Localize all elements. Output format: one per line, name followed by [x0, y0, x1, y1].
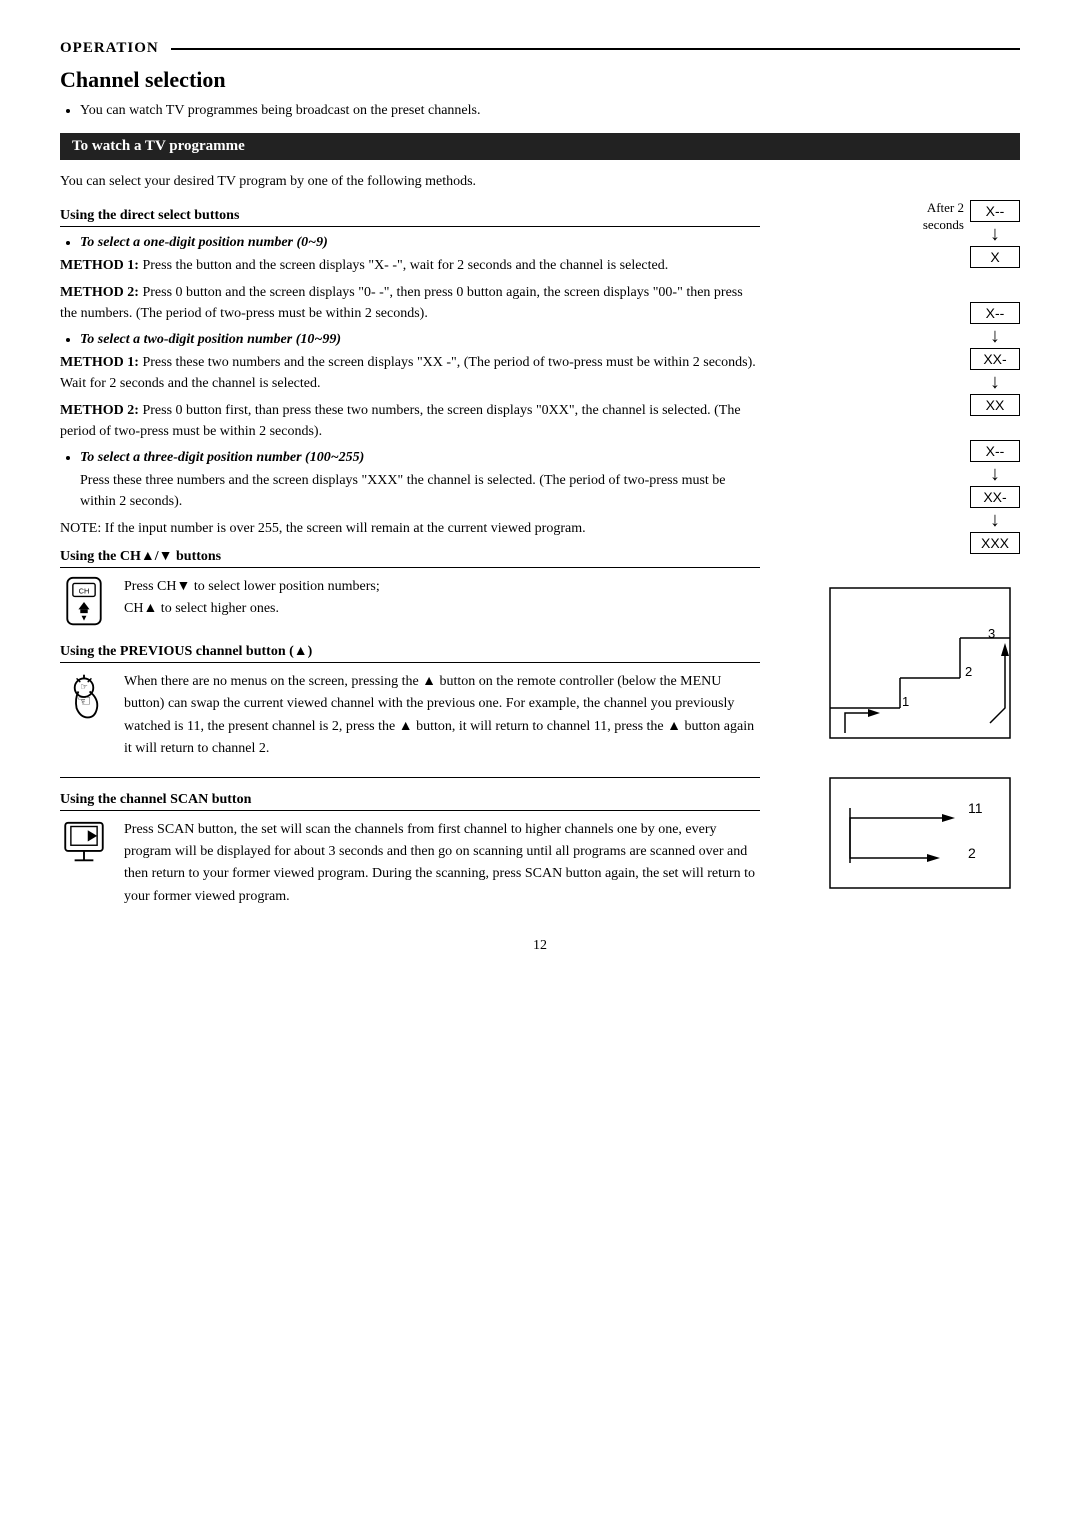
diagram1-box2: X [970, 246, 1020, 268]
method2-2-text: Press 0 button first, than press these t… [60, 403, 741, 439]
note-para: NOTE: If the input number is over 255, t… [60, 518, 760, 539]
section-title: Channel selection [60, 67, 1020, 93]
diagram2-arrow1: ↓ [990, 324, 1000, 348]
diagram1-row1: After 2seconds X-- ↓ X [923, 200, 1020, 268]
scan-heading: Using the channel SCAN button [60, 792, 760, 811]
ch-buttons-heading-text: Using the CH▲/▼ buttons [60, 549, 221, 564]
method2-1-text: Press these two numbers and the screen d… [60, 355, 756, 391]
diagram3-arrow1: ↓ [990, 462, 1000, 486]
method2-1: METHOD 1: Press these two numbers and th… [60, 352, 760, 394]
method2-2: METHOD 2: Press 0 button first, than pre… [60, 400, 760, 442]
method1-2-label: METHOD 2: [60, 285, 139, 300]
bullet1-label: To select a one-digit position number (0… [80, 235, 760, 251]
diagram3: X-- ↓ XX- ↓ XXX [970, 440, 1020, 554]
diagram2-box1: X-- [970, 302, 1020, 324]
svg-text:11: 11 [968, 800, 983, 816]
bullet3-text: Press these three numbers and the screen… [80, 470, 760, 512]
diagram3-box1: X-- [970, 440, 1020, 462]
diagram3-arrow2: ↓ [990, 508, 1000, 532]
diagram1-arrow: ↓ [990, 222, 1000, 246]
method1-2-text: Press 0 button and the screen displays "… [60, 285, 743, 321]
prev-text: When there are no menus on the screen, p… [124, 671, 760, 761]
svg-text:2: 2 [965, 664, 972, 679]
method1-1-text: Press the button and the screen displays… [142, 258, 668, 273]
ch-buttons-heading: Using the CH▲/▼ buttons [60, 549, 760, 568]
intro-para: You can select your desired TV program b… [60, 174, 1020, 190]
method2-1-label: METHOD 1: [60, 355, 139, 370]
method1-1-label: METHOD 1: [60, 258, 139, 273]
diagram2-box3: XX [970, 394, 1020, 416]
method1-1: METHOD 1: Press the button and the scree… [60, 255, 760, 276]
ch-text: Press CH▼ to select lower position numbe… [124, 576, 380, 621]
bullet1-list: To select a one-digit position number (0… [80, 235, 760, 251]
svg-text:2: 2 [968, 845, 976, 861]
svg-text:☜: ☜ [77, 691, 92, 710]
bullet3-list: To select a three-digit position number … [80, 450, 760, 466]
diagram1: After 2seconds X-- ↓ X [923, 200, 1020, 272]
svg-text:CH: CH [79, 587, 90, 596]
prev-diagram-svg: 11 2 [820, 768, 1020, 898]
scan-text: Press SCAN button, the set will scan the… [124, 819, 760, 909]
intro-bullet-list: You can watch TV programmes being broadc… [80, 103, 1020, 119]
prev-content: ☞ ☜ When there are no menus on the scree… [60, 671, 760, 761]
diagram3-box-wrap: X-- ↓ XX- ↓ XXX [970, 440, 1020, 554]
bullet2-list: To select a two-digit position number (1… [80, 332, 760, 348]
diagram2-arrow2: ↓ [990, 370, 1000, 394]
after-text: After 2seconds [923, 200, 964, 232]
diagram3-box2: XX- [970, 486, 1020, 508]
ch-content: CH ▼ Press CH▼ to select lower position … [60, 576, 760, 628]
bullet2-label: To select a two-digit position number (1… [80, 332, 760, 348]
diagram3-box3: XXX [970, 532, 1020, 554]
scan-content: Press SCAN button, the set will scan the… [60, 819, 760, 909]
svg-text:1: 1 [902, 694, 909, 709]
previous-channel-icon: ☞ ☜ [60, 671, 108, 723]
diagram2-box2: XX- [970, 348, 1020, 370]
operation-line [171, 48, 1020, 50]
intro-bullet-item: You can watch TV programmes being broadc… [80, 103, 1020, 119]
prev-diagram: 11 2 [820, 768, 1020, 898]
diagram1-box1: X-- [970, 200, 1020, 222]
previous-channel-section: Using the PREVIOUS channel button (▲) ☞ … [60, 644, 760, 761]
direct-select-heading: Using the direct select buttons [60, 208, 760, 227]
ch-diagram: 3 2 1 [820, 578, 1020, 748]
scan-section: Using the channel SCAN button Press SCAN… [60, 777, 760, 909]
method2-2-label: METHOD 2: [60, 403, 139, 418]
diagram1-after-label: After 2seconds [923, 200, 964, 234]
ch-text-line1: Press CH▼ to select lower position numbe… [124, 576, 380, 598]
diagram2-box-wrap: X-- ↓ XX- ↓ XX [970, 302, 1020, 416]
main-layout: Using the direct select buttons To selec… [60, 200, 1020, 908]
bullet3-label: To select a three-digit position number … [80, 450, 760, 466]
svg-text:☞: ☞ [80, 683, 87, 692]
page-number: 12 [60, 938, 1020, 954]
diagram2: X-- ↓ XX- ↓ XX [970, 302, 1020, 416]
diagram1-box-wrap: X-- ↓ X [970, 200, 1020, 268]
svg-text:▼: ▼ [80, 613, 88, 623]
scan-icon [60, 819, 108, 879]
ch-text-line2: CH▲ to select higher ones. [124, 598, 380, 620]
watch-banner: To watch a TV programme [60, 133, 1020, 160]
ch-diagram-svg: 3 2 1 [820, 578, 1020, 748]
svg-text:3: 3 [988, 626, 995, 641]
operation-header: OPERATION [60, 40, 1020, 57]
right-column: After 2seconds X-- ↓ X X-- ↓ XX- ↓ XX [780, 200, 1020, 908]
method1-2: METHOD 2: Press 0 button and the screen … [60, 282, 760, 324]
previous-channel-heading: Using the PREVIOUS channel button (▲) [60, 644, 760, 663]
ch-icon: CH ▼ [60, 576, 108, 628]
left-column: Using the direct select buttons To selec… [60, 200, 780, 908]
operation-label: OPERATION [60, 40, 159, 57]
